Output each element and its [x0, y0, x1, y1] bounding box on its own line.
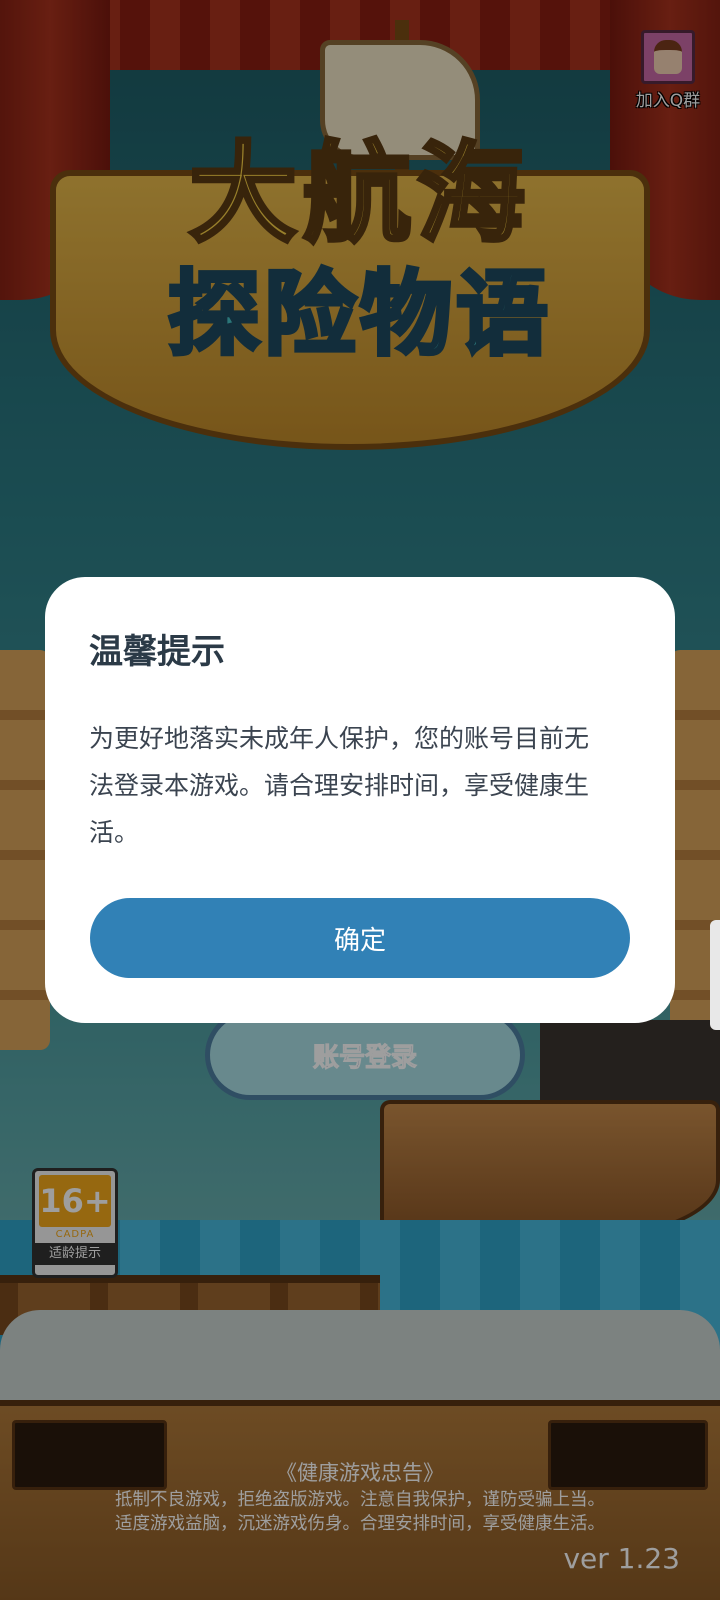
dialog-message-line2: 法登录本游戏。请合理安排时间，享受健康生 — [89, 771, 590, 800]
dialog-title: 温馨提示 — [89, 632, 225, 672]
notice-dialog: 温馨提示 为更好地落实未成年人保护，您的账号目前无 法登录本游戏。请合理安排时间… — [45, 577, 675, 1023]
confirm-button-label: 确定 — [333, 925, 386, 956]
dialog-message: 为更好地落实未成年人保护，您的账号目前无 法登录本游戏。请合理安排时间，享受健康… — [89, 715, 631, 856]
side-pull-tab[interactable] — [710, 920, 720, 1030]
confirm-button[interactable]: 确定 — [90, 898, 630, 978]
dialog-message-line1: 为更好地落实未成年人保护，您的账号目前无 — [89, 724, 590, 753]
dialog-message-line3: 活。 — [89, 818, 140, 847]
